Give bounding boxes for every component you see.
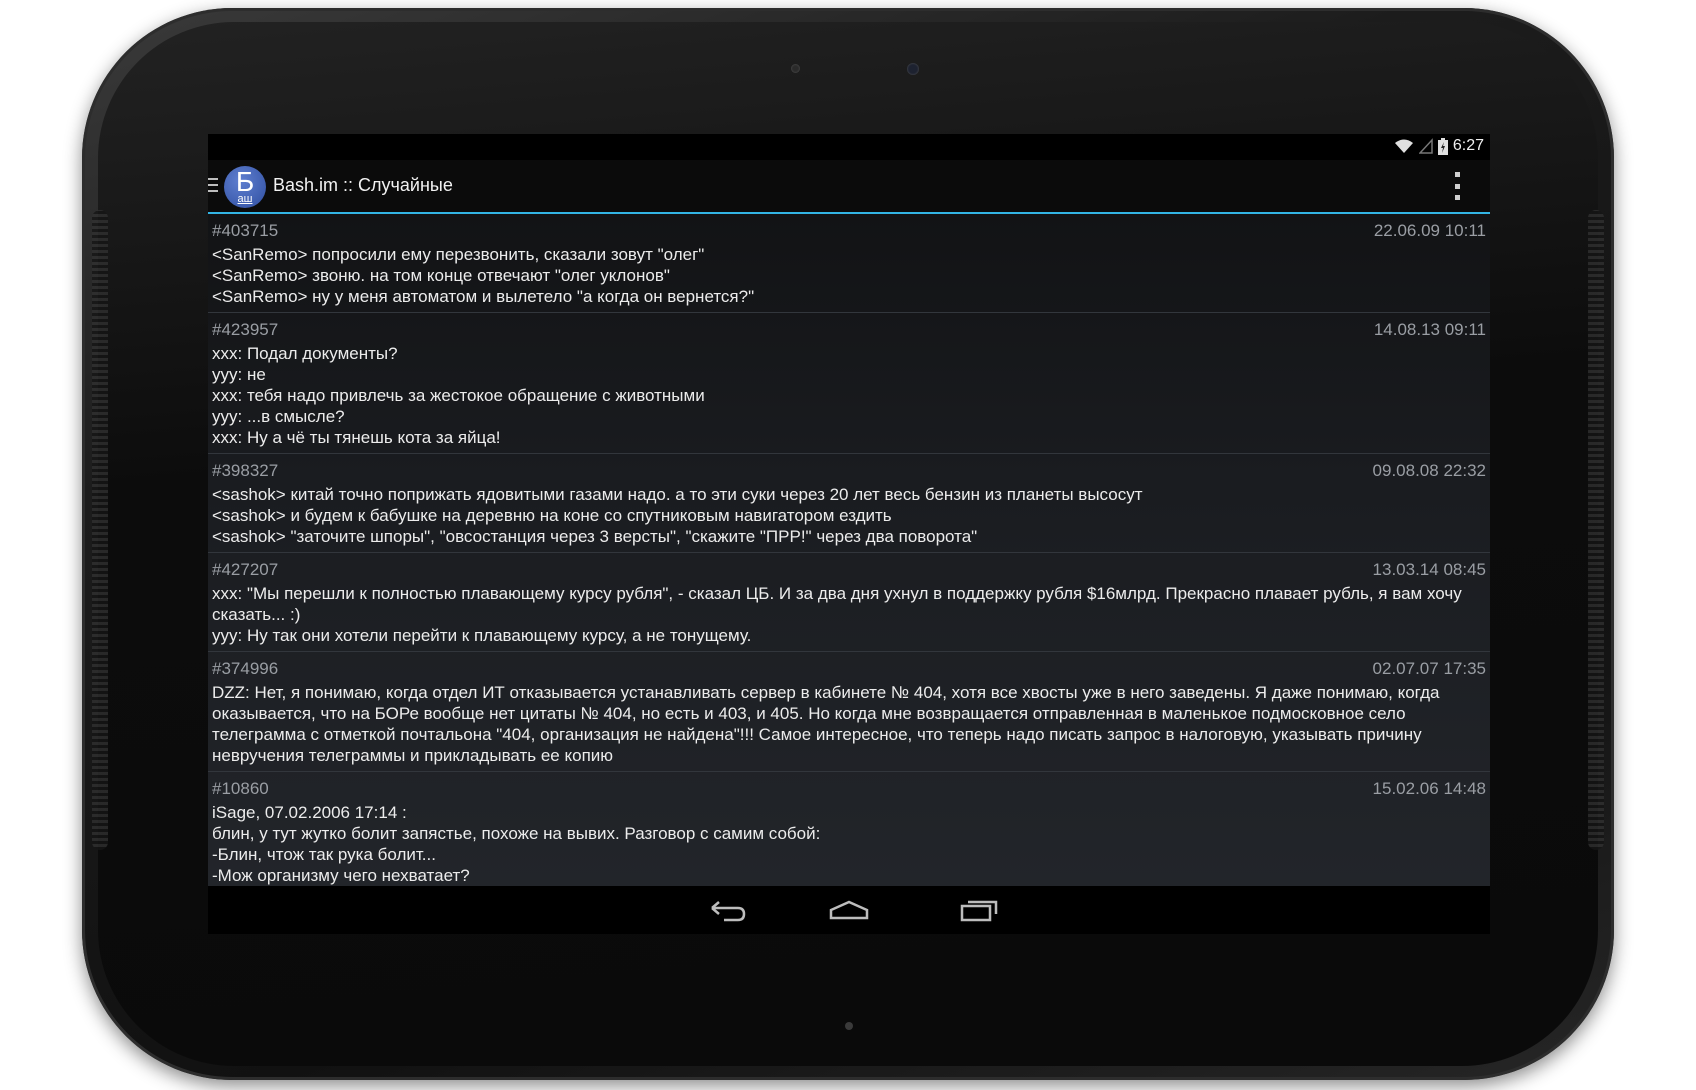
quote-id: #423957 [212, 320, 279, 339]
quote-date: 13.03.14 08:45 [1372, 560, 1486, 579]
quote-item[interactable]: #10860 15.02.06 14:48 iSage, 07.02.2006 … [208, 772, 1490, 886]
status-time: 6:27 [1452, 137, 1484, 154]
quote-id: #398327 [212, 461, 279, 480]
overflow-menu-icon[interactable] [1454, 172, 1460, 200]
signal-icon [1418, 138, 1433, 154]
app-title[interactable]: Bash.im :: Случайные [273, 175, 453, 196]
quote-text: DZZ: Нет, я понимаю, когда отдел ИТ отка… [212, 683, 1445, 765]
quote-id: #427207 [212, 560, 279, 579]
home-icon[interactable] [825, 894, 873, 926]
quote-id: #10860 [212, 779, 269, 798]
quote-date: 02.07.07 17:35 [1372, 659, 1486, 678]
quote-text: iSage, 07.02.2006 17:14 : блин, у тут жу… [212, 803, 821, 885]
notification-led [845, 1022, 853, 1030]
battery-icon [1437, 137, 1448, 155]
quote-text: xxx: Подал документы? yyy: не xxx: тебя … [212, 344, 705, 447]
quote-text: <sashok> китай точно поприжать ядовитыми… [212, 485, 1143, 546]
app-logo[interactable]: Б аш [224, 166, 266, 208]
quote-item[interactable]: #423957 14.08.13 09:11 xxx: Подал докуме… [208, 313, 1490, 454]
action-bar: Б аш Bash.im :: Случайные [208, 160, 1490, 214]
quote-date: 15.02.06 14:48 [1372, 779, 1486, 798]
wifi-icon [1394, 139, 1413, 153]
back-icon[interactable] [702, 894, 750, 926]
quote-text: xxx: "Мы перешли к полностью плавающему … [212, 584, 1462, 645]
quote-id: #403715 [212, 221, 279, 240]
light-sensor [791, 64, 800, 73]
status-bar: 6:27 [208, 134, 1490, 160]
quote-item[interactable]: #398327 09.08.08 22:32 <sashok> китай то… [208, 454, 1490, 553]
quote-item[interactable]: #427207 13.03.14 08:45 xxx: "Мы перешли … [208, 553, 1490, 652]
quote-id: #374996 [212, 659, 279, 678]
quote-date: 14.08.13 09:11 [1373, 320, 1486, 339]
recents-icon[interactable] [956, 894, 1004, 926]
device-screen: 6:27 Б аш Bash.im :: Случайные #403715 2… [208, 134, 1490, 934]
right-speaker-grille [1588, 210, 1604, 850]
quote-date: 22.06.09 10:11 [1373, 221, 1486, 240]
quote-list[interactable]: #403715 22.06.09 10:11 <SanRemo> попроси… [208, 214, 1490, 886]
quote-item[interactable]: #374996 02.07.07 17:35 DZZ: Нет, я поним… [208, 652, 1490, 772]
left-speaker-grille [92, 210, 108, 850]
front-camera [907, 63, 919, 75]
navigation-bar [208, 886, 1490, 934]
status-icons: 6:27 [1394, 137, 1484, 155]
quote-date: 09.08.08 22:32 [1372, 461, 1486, 480]
quote-item[interactable]: #403715 22.06.09 10:11 <SanRemo> попроси… [208, 214, 1490, 313]
drawer-icon[interactable] [208, 178, 220, 192]
app-logo-subtext: аш [237, 193, 253, 205]
quote-text: <SanRemo> попросили ему перезвонить, ска… [212, 245, 755, 306]
